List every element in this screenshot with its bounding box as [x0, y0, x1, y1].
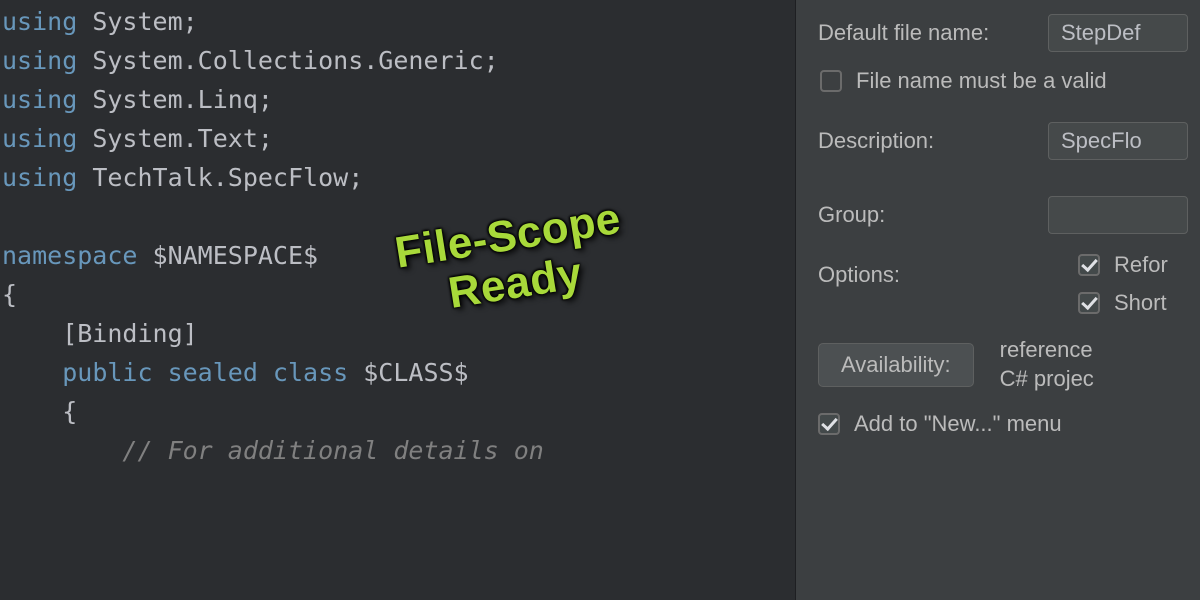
default-file-name-row: Default file name: StepDef	[818, 8, 1200, 58]
option-shorten-label: Short	[1114, 290, 1167, 316]
option-shorten-checkbox[interactable]	[1078, 292, 1100, 314]
availability-button[interactable]: Availability:	[818, 343, 974, 387]
group-input[interactable]	[1048, 196, 1188, 234]
group-label: Group:	[818, 202, 1028, 228]
options-block: Options: Refor Short	[818, 252, 1200, 316]
availability-text-line1: reference	[1000, 337, 1093, 362]
description-label: Description:	[818, 128, 1028, 154]
availability-text: reference C# projec	[1000, 336, 1094, 393]
availability-text-line2: C# projec	[1000, 366, 1094, 391]
file-name-valid-label: File name must be a valid	[856, 68, 1107, 94]
option-shorten-row: Short	[1078, 290, 1168, 316]
file-name-valid-checkbox[interactable]	[820, 70, 842, 92]
code-content: using System; using System.Collections.G…	[2, 2, 795, 470]
code-editor[interactable]: using System; using System.Collections.G…	[0, 0, 795, 600]
add-to-new-checkbox[interactable]	[818, 413, 840, 435]
settings-panel: Default file name: StepDef File name mus…	[795, 0, 1200, 600]
default-file-name-label: Default file name:	[818, 20, 1028, 46]
add-to-new-label: Add to "New..." menu	[854, 411, 1062, 437]
options-label: Options:	[818, 262, 900, 287]
add-to-new-row: Add to "New..." menu	[818, 411, 1200, 437]
group-row: Group:	[818, 190, 1200, 240]
description-input[interactable]: SpecFlo	[1048, 122, 1188, 160]
option-reformat-checkbox[interactable]	[1078, 254, 1100, 276]
description-row: Description: SpecFlo	[818, 116, 1200, 166]
file-name-valid-row: File name must be a valid	[820, 68, 1200, 94]
availability-row: Availability: reference C# projec	[818, 336, 1200, 393]
option-reformat-row: Refor	[1078, 252, 1168, 278]
option-reformat-label: Refor	[1114, 252, 1168, 278]
default-file-name-input[interactable]: StepDef	[1048, 14, 1188, 52]
